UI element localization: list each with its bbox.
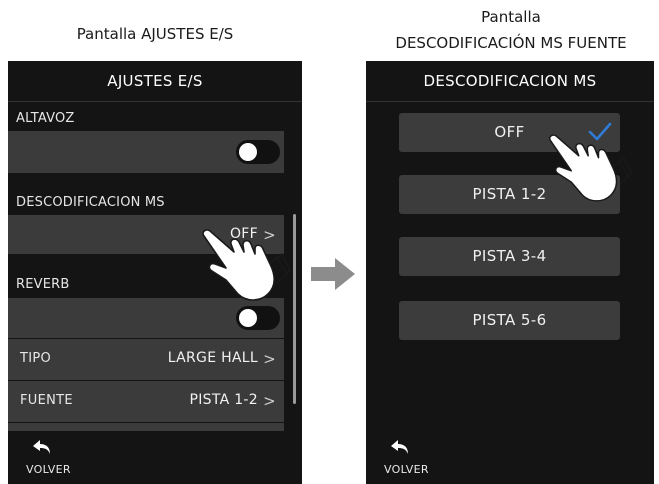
reverb-type-label: TIPO	[20, 351, 52, 366]
screen-title: DESCODIFICACION MS	[366, 61, 654, 102]
reverb-toggle-row[interactable]	[8, 298, 284, 338]
bottom-bar: VOLVER	[366, 431, 654, 484]
reverb-source-label: FUENTE	[20, 393, 73, 408]
right-screen-caption-line2: DESCODIFICACIÓN MS FUENTE	[395, 34, 627, 52]
reverb-type-value-text: LARGE HALL	[167, 350, 258, 366]
back-arrow-icon	[391, 440, 408, 454]
right-screen-caption-line1: Pantalla	[481, 8, 541, 26]
reverb-source-row[interactable]: FUENTE PISTA 1-2 >	[8, 381, 284, 422]
tapping-hand-icon	[549, 134, 633, 202]
back-button[interactable]: VOLVER	[8, 431, 78, 484]
bottom-bar: VOLVER	[8, 431, 302, 484]
reverb-type-value: LARGE HALL >	[167, 350, 276, 368]
section-label-reverb: REVERB	[16, 277, 70, 292]
option-label: PISTA 5-6	[472, 311, 547, 329]
option-track-5-6[interactable]: PISTA 5-6	[399, 301, 620, 340]
back-label: VOLVER	[384, 463, 429, 476]
back-button[interactable]: VOLVER	[366, 431, 436, 484]
speaker-toggle-row[interactable]	[8, 131, 284, 173]
toggle-knob	[239, 143, 257, 161]
left-screen-caption: Pantalla AJUSTES E/S	[76, 25, 234, 43]
option-label: PISTA 1-2	[472, 185, 547, 203]
transition-arrow-icon	[311, 258, 355, 290]
reverb-type-row[interactable]: TIPO LARGE HALL >	[8, 339, 284, 380]
reverb-source-value: PISTA 1-2 >	[189, 392, 276, 410]
back-arrow-icon	[33, 440, 50, 454]
ms-decode-source-screen: DESCODIFICACION MS OFF PISTA 1-2 PISTA 3…	[366, 61, 654, 484]
back-label: VOLVER	[26, 463, 71, 476]
chevron-right-icon: >	[263, 392, 276, 410]
tapping-hand-icon	[202, 229, 291, 301]
chevron-right-icon: >	[263, 350, 276, 368]
reverb-source-value-text: PISTA 1-2	[189, 392, 258, 408]
option-label: PISTA 3-4	[472, 247, 547, 265]
reverb-toggle[interactable]	[236, 306, 280, 330]
toggle-knob	[239, 309, 257, 327]
section-label-speaker: ALTAVOZ	[16, 111, 75, 126]
option-label: OFF	[494, 123, 525, 141]
section-label-ms-decode: DESCODIFICACION MS	[16, 195, 165, 210]
speaker-toggle[interactable]	[236, 140, 280, 164]
screen-title: AJUSTES E/S	[8, 61, 302, 102]
option-track-3-4[interactable]: PISTA 3-4	[399, 237, 620, 276]
